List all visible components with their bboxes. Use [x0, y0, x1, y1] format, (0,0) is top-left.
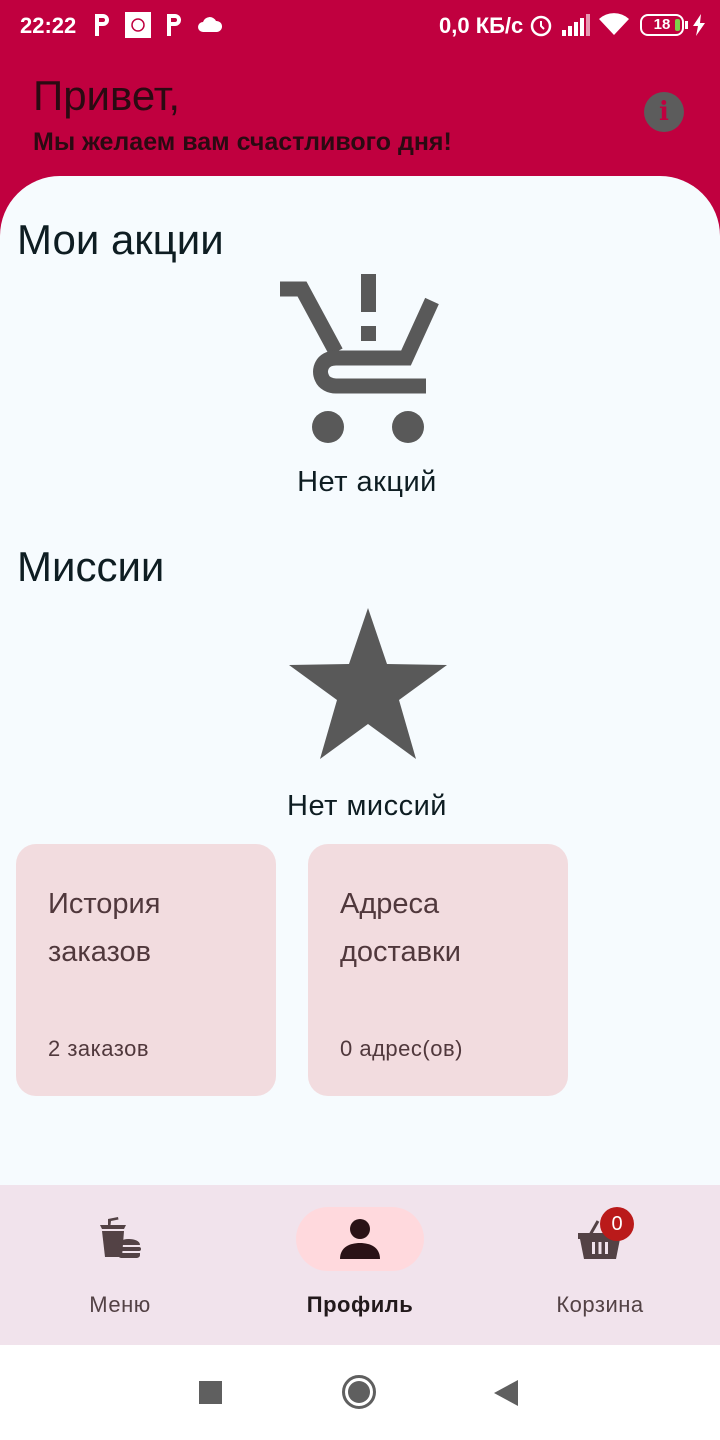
nav-label-cart: Корзина	[556, 1292, 644, 1317]
recent-apps-button[interactable]	[199, 1381, 222, 1409]
wifi-icon	[599, 13, 629, 41]
network-speed: 0,0 КБ/с	[439, 13, 524, 38]
status-bar: 22:22 0,0 КБ/с 18	[0, 0, 720, 52]
parking-app-icon	[92, 12, 112, 44]
header: Привет, Мы желаем вам счастливого дня! i	[0, 52, 720, 182]
delivery-addresses-title: Адреса доставки	[340, 888, 461, 968]
alarm-icon	[529, 12, 553, 44]
delivery-addresses-count: 0 адрес(ов)	[340, 1036, 463, 1061]
status-time: 22:22	[20, 13, 77, 38]
greeting-title: Привет,	[33, 72, 181, 119]
bottom-navigation: Меню Профиль 0 Корзина	[0, 1185, 720, 1345]
cloud-icon	[197, 14, 223, 40]
cart-alert-icon	[278, 274, 442, 449]
signal-icon	[562, 14, 590, 42]
order-history-card[interactable]: История заказов 2 заказов	[16, 844, 276, 1096]
system-navigation-bar	[0, 1345, 720, 1440]
nav-item-cart[interactable]: 0 Корзина	[480, 1185, 720, 1345]
back-button[interactable]	[494, 1380, 518, 1411]
charging-icon	[692, 14, 706, 42]
order-history-title: История заказов	[48, 888, 161, 968]
nav-label-menu: Меню	[89, 1292, 151, 1317]
greeting-subtitle: Мы желаем вам счастливого дня!	[33, 128, 452, 156]
info-icon[interactable]: i	[644, 92, 684, 132]
no-promotions-text: Нет акций	[297, 466, 437, 498]
order-history-count: 2 заказов	[48, 1036, 150, 1061]
cart-count-badge: 0	[600, 1207, 634, 1241]
person-icon	[336, 1215, 384, 1263]
app-notification-icon	[125, 12, 151, 44]
delivery-addresses-card[interactable]: Адреса доставки 0 адрес(ов)	[308, 844, 568, 1096]
promotions-title: Мои акции	[17, 216, 224, 263]
battery-indicator: 18	[640, 14, 688, 36]
nav-label-profile: Профиль	[306, 1292, 414, 1317]
nav-item-menu[interactable]: Меню	[0, 1185, 240, 1345]
food-icon	[96, 1215, 144, 1263]
main-content: Мои акции Нет акций Миссии Нет миссий Ис…	[0, 176, 720, 1186]
home-button[interactable]	[341, 1374, 377, 1415]
star-icon	[288, 608, 448, 765]
battery-level: 18	[653, 16, 671, 33]
no-missions-text: Нет миссий	[287, 790, 447, 822]
nav-item-profile[interactable]: Профиль	[240, 1185, 480, 1345]
parking-app-icon-2	[164, 12, 184, 44]
missions-title: Миссии	[17, 543, 165, 590]
